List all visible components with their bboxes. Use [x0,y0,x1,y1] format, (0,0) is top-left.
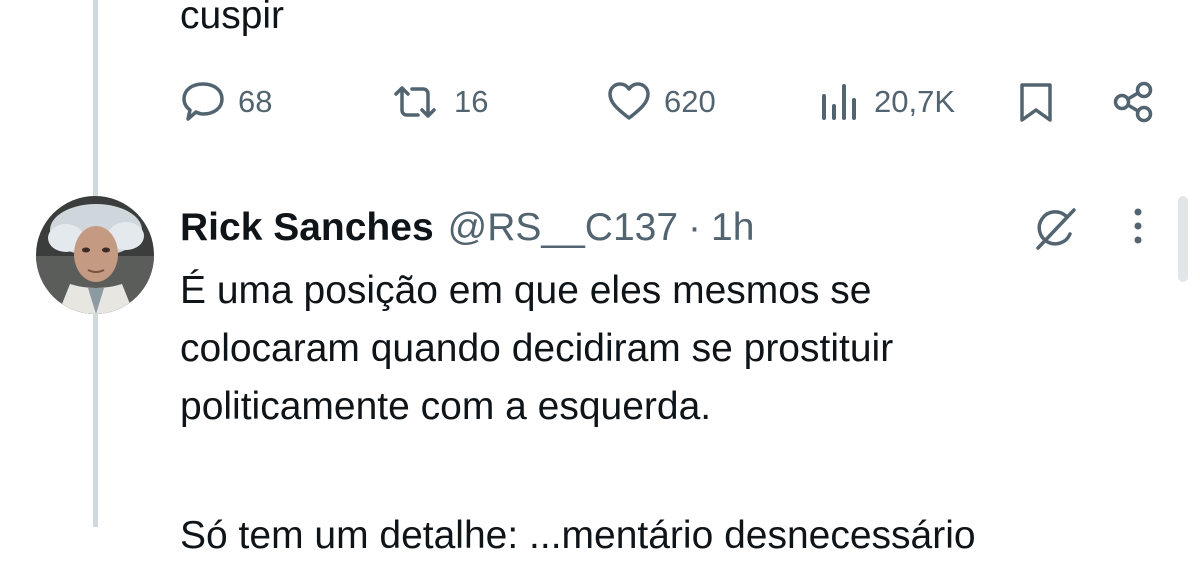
grok-icon[interactable] [1030,206,1080,257]
reply-button[interactable]: 68 [180,80,272,124]
more-icon[interactable] [1128,204,1148,253]
tweet-text: É uma posição em que eles mesmos se colo… [180,262,1140,436]
bookmark-button[interactable] [1014,80,1058,124]
tweet-text-line: É uma posição em que eles mesmos se [180,269,872,312]
heart-icon [606,80,652,124]
scrollbar[interactable] [1178,196,1188,282]
share-icon [1110,80,1156,124]
reply-count: 68 [238,84,273,119]
tweet-text-line: colocaram quando decidiram se prostituir [180,327,894,370]
retweet-icon [388,80,442,124]
display-name[interactable]: Rick Sanches [180,206,434,250]
views-button[interactable]: 20,7K [818,80,955,124]
share-button[interactable] [1110,80,1156,124]
like-button[interactable]: 620 [606,80,716,124]
tweet-timestamp[interactable]: 1h [711,206,754,250]
bookmark-icon [1014,80,1058,124]
avatar[interactable] [36,196,154,314]
like-count: 620 [664,84,716,119]
tweet-text-line: politicamente com a esquerda. [180,385,712,428]
previous-tweet-action-bar: 68 16 620 20,7K [0,80,1200,124]
retweet-button[interactable]: 16 [388,80,488,124]
separator-dot: · [688,206,702,249]
reply-icon [180,80,226,124]
previous-tweet-text: cuspir [180,0,285,37]
views-count: 20,7K [874,84,956,119]
tweet-next-paragraph: Só tem um detalhe: ...mentário desnecess… [180,514,976,557]
views-icon [818,80,862,124]
user-handle[interactable]: @RS__C137 [448,206,678,250]
tweet-header: Rick Sanches @RS__C137 · 1h [180,200,754,256]
retweet-count: 16 [454,84,489,119]
